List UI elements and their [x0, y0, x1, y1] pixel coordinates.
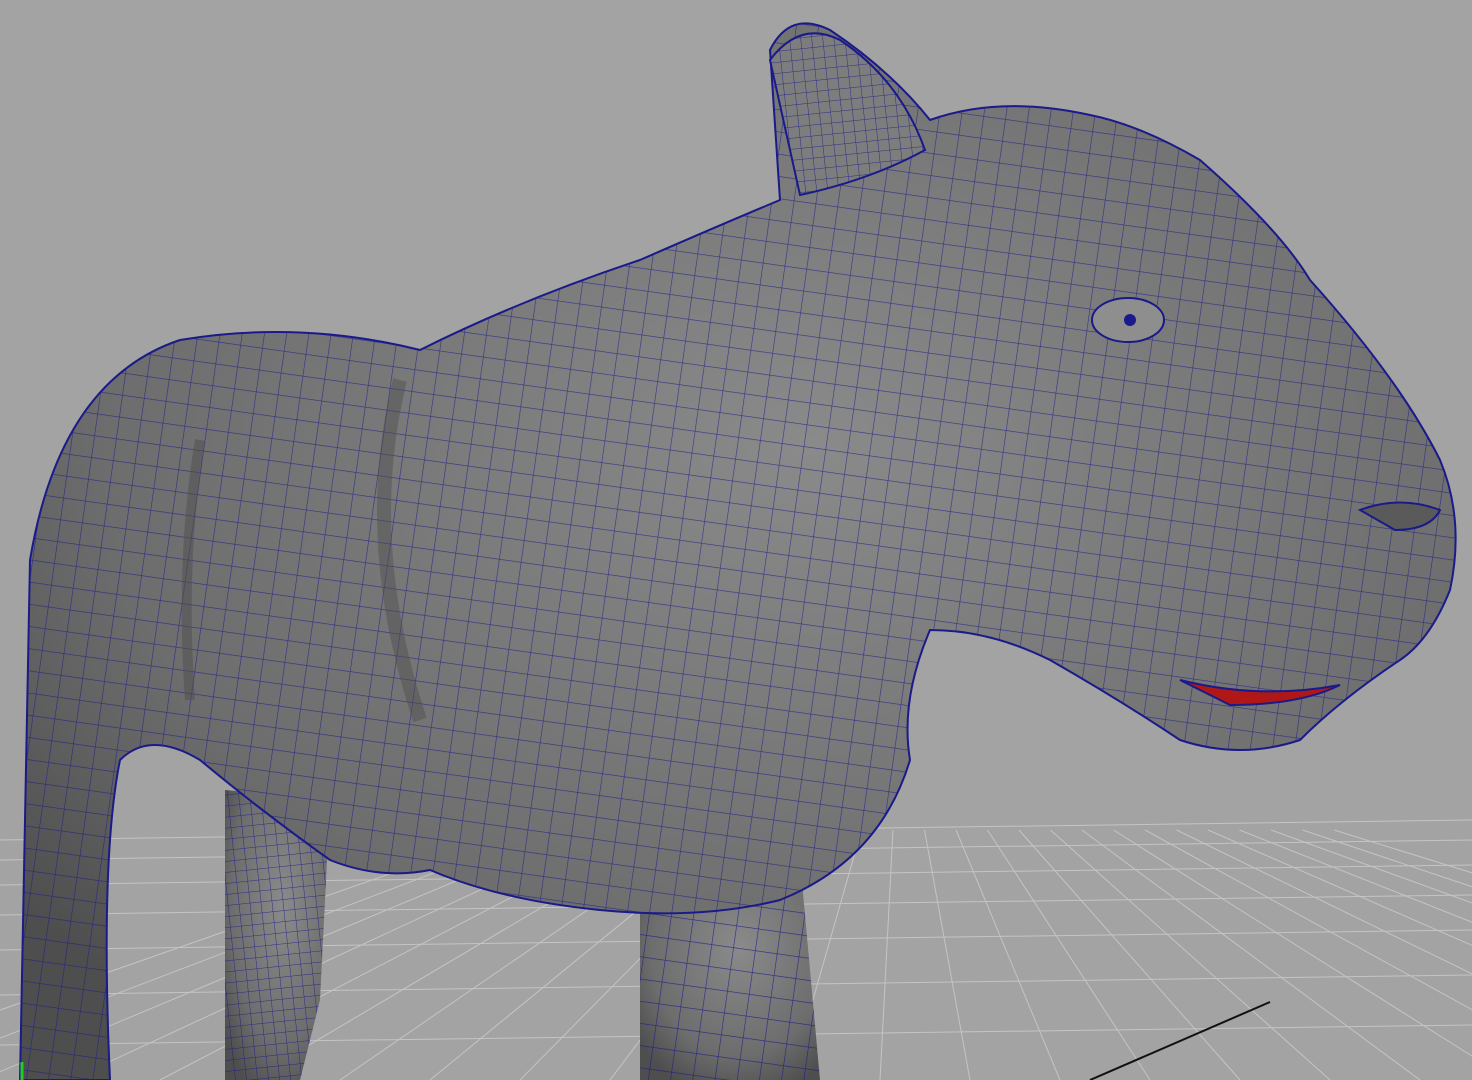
grid-axis-line [1089, 1001, 1271, 1080]
eye-pupil-pole [1124, 314, 1136, 326]
maya-3d-viewport[interactable] [0, 0, 1472, 1080]
grid-line [1081, 829, 1421, 1080]
grid-line [955, 829, 1061, 1080]
grid-line [1018, 829, 1241, 1080]
grid-line [987, 829, 1151, 1080]
viewport-canvas[interactable] [0, 0, 1472, 1080]
grid-line [879, 829, 894, 1080]
lion-cub-mesh[interactable] [18, 22, 1457, 1080]
grid-line [924, 829, 971, 1080]
grid-line [1302, 829, 1472, 888]
